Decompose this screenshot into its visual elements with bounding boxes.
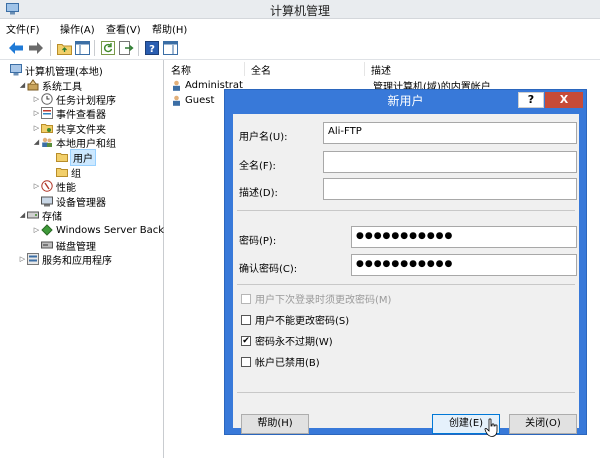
- tree-node-users[interactable]: 用户: [56, 148, 96, 166]
- check-mark-icon: ✔: [242, 335, 250, 346]
- show-tree-icon[interactable]: [74, 40, 90, 56]
- device-manager-icon: [41, 196, 53, 207]
- storage-icon: [27, 211, 39, 219]
- menu-action[interactable]: 操作(A): [60, 21, 95, 36]
- tree-node-performance[interactable]: ▷ 性能: [32, 179, 76, 194]
- toolbar-separator: [138, 40, 139, 56]
- window-titlebar: 计算机管理: [0, 0, 600, 19]
- window-title: 计算机管理: [269, 4, 330, 18]
- list-item[interactable]: Guest: [171, 93, 214, 107]
- tree-node-system-tools[interactable]: ◢ 系统工具: [18, 78, 82, 93]
- computer-icon: [10, 64, 22, 76]
- password-never-expires-checkbox[interactable]: ✔ 密码永不过期(W): [241, 333, 333, 348]
- help-icon[interactable]: ?: [144, 40, 160, 56]
- tree-node-computer-management[interactable]: 计算机管理(本地): [10, 63, 103, 78]
- username-input[interactable]: Ali-FTP: [323, 122, 577, 144]
- help-button[interactable]: 帮助(H): [241, 414, 309, 434]
- tree-node-event-viewer[interactable]: ▷ 事件查看器: [32, 106, 106, 121]
- divider: [237, 284, 575, 285]
- services-icon: [27, 253, 39, 265]
- divider: [237, 210, 575, 211]
- performance-icon: [41, 180, 53, 192]
- menu-view[interactable]: 查看(V): [106, 21, 141, 36]
- hand-cursor-icon: [484, 418, 498, 437]
- divider: [237, 392, 575, 393]
- fullname-input[interactable]: [323, 151, 577, 173]
- confirm-password-label: 确认密码(C):: [239, 264, 298, 275]
- tree-node-device-manager[interactable]: 设备管理器: [41, 194, 106, 209]
- tree-node-shared-folders[interactable]: ▷ 共享文件夹: [32, 121, 106, 136]
- expand-arrow-icon[interactable]: ▷: [32, 95, 41, 103]
- event-log-icon: [41, 107, 53, 119]
- new-user-dialog: 新用户 ? X 用户名(U): Ali-FTP 全名(F): 描述(D): 密码…: [224, 89, 587, 435]
- menu-bar: 文件(F) 操作(A) 查看(V) 帮助(H): [0, 19, 600, 36]
- column-header-name[interactable]: 名称: [165, 62, 245, 77]
- dialog-body: 用户名(U): Ali-FTP 全名(F): 描述(D): 密码(P): ●●●…: [233, 114, 579, 434]
- password-label: 密码(P):: [239, 236, 277, 247]
- disk-icon: [41, 241, 53, 249]
- expand-arrow-icon[interactable]: ▷: [32, 109, 41, 117]
- folder-icon: [56, 168, 68, 177]
- password-input[interactable]: ●●●●●●●●●●●: [351, 226, 577, 248]
- forward-arrow-icon[interactable]: [28, 40, 44, 56]
- description-label: 描述(D):: [239, 188, 278, 199]
- collapse-arrow-icon[interactable]: ◢: [18, 211, 27, 219]
- tree-node-services-applications[interactable]: ▷ 服务和应用程序: [18, 252, 112, 267]
- tree-node-disk-management[interactable]: 磁盘管理: [41, 238, 96, 253]
- tree-node-groups[interactable]: 组: [56, 165, 81, 180]
- toolbar-separator: [94, 40, 95, 56]
- close-button[interactable]: 关闭(O): [509, 414, 577, 434]
- tools-icon: [27, 79, 39, 91]
- collapse-arrow-icon[interactable]: ◢: [32, 138, 41, 146]
- description-input[interactable]: [323, 178, 577, 200]
- dialog-close-button[interactable]: X: [545, 92, 583, 108]
- menu-help[interactable]: 帮助(H): [152, 21, 187, 36]
- dialog-help-button[interactable]: ?: [518, 92, 544, 108]
- user-icon: [173, 95, 180, 106]
- folder-up-icon[interactable]: [56, 40, 72, 56]
- column-header-fullname[interactable]: 全名: [245, 62, 365, 77]
- console-tree: 计算机管理(本地) ◢ 系统工具 ▷ 任务计划程序 ▷ 事件查看器 ▷ 共享文件…: [0, 60, 164, 458]
- tree-node-local-users-groups[interactable]: ◢ 本地用户和组: [32, 135, 116, 150]
- checkbox-box[interactable]: [241, 293, 251, 304]
- shared-folder-icon: [41, 124, 53, 133]
- expand-arrow-icon[interactable]: ▷: [32, 226, 41, 234]
- username-label: 用户名(U):: [239, 132, 288, 143]
- collapse-arrow-icon[interactable]: ◢: [18, 81, 27, 89]
- expand-arrow-icon[interactable]: ▷: [32, 182, 41, 190]
- properties-icon[interactable]: [162, 40, 178, 56]
- expand-arrow-icon[interactable]: ▷: [32, 124, 41, 132]
- must-change-password-checkbox[interactable]: 用户下次登录时须更改密码(M): [241, 291, 391, 306]
- fullname-label: 全名(F):: [239, 161, 276, 172]
- checkbox-box[interactable]: [241, 356, 251, 367]
- refresh-icon[interactable]: [100, 40, 116, 56]
- backup-icon: [41, 224, 53, 236]
- toolbar: ?: [0, 36, 600, 60]
- back-arrow-icon[interactable]: [8, 40, 24, 56]
- clock-icon: [41, 93, 53, 105]
- svg-text:?: ?: [149, 44, 155, 55]
- user-name: Guest: [185, 94, 215, 106]
- menu-file[interactable]: 文件(F): [6, 21, 40, 36]
- checkbox-box[interactable]: [241, 314, 251, 325]
- expand-arrow-icon[interactable]: ▷: [18, 255, 27, 263]
- folder-icon: [56, 153, 68, 162]
- column-header-description[interactable]: 描述: [365, 62, 600, 77]
- confirm-password-input[interactable]: ●●●●●●●●●●●: [351, 254, 577, 276]
- users-group-icon: [42, 137, 52, 147]
- export-icon[interactable]: [118, 40, 134, 56]
- checkbox-box[interactable]: ✔: [241, 335, 251, 346]
- toolbar-separator: [50, 40, 51, 56]
- account-disabled-checkbox[interactable]: 帐户已禁用(B): [241, 354, 320, 369]
- tree-node-windows-server-backup[interactable]: ▷ Windows Server Back: [32, 223, 164, 237]
- cannot-change-password-checkbox[interactable]: 用户不能更改密码(S): [241, 312, 349, 327]
- user-icon: [173, 80, 180, 91]
- tree-node-task-scheduler[interactable]: ▷ 任务计划程序: [32, 92, 116, 107]
- tree-node-storage[interactable]: ◢ 存储: [18, 208, 62, 223]
